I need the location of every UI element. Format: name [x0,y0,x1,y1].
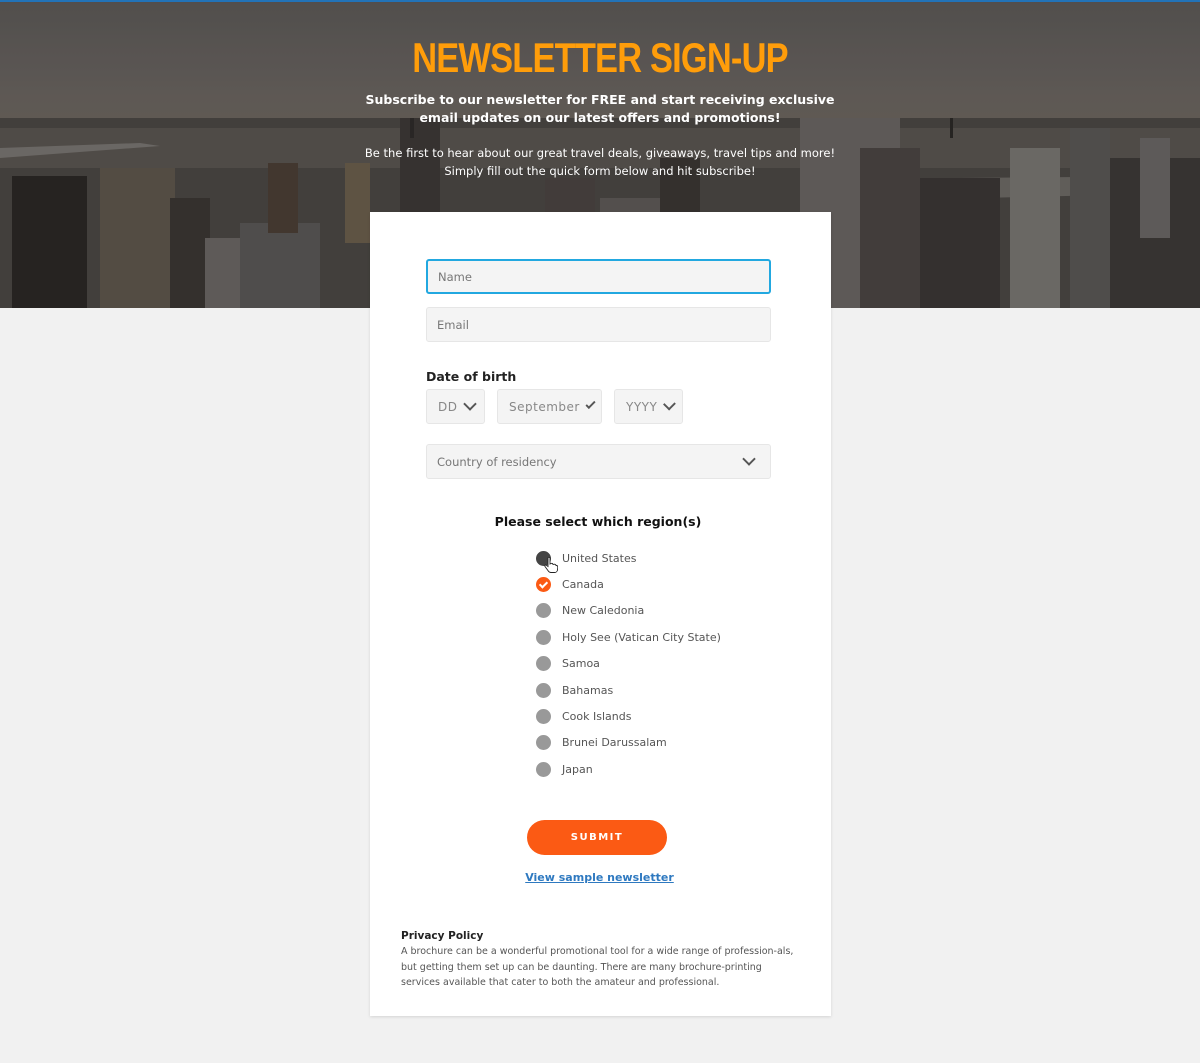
hero-subtitle: Subscribe to our newsletter for FREE and… [0,91,1200,127]
region-label: Samoa [562,657,600,671]
hero-body: Be the first to hear about our great tra… [0,144,1200,180]
hand-cursor-icon [544,557,558,573]
dob-label: Date of birth [426,369,517,384]
chevron-down-icon [463,397,478,411]
submit-button[interactable]: SUBMIT [527,820,667,855]
region-list: United States Canada New Caledonia Holy … [536,545,721,783]
region-label: Japan [562,762,593,776]
name-input[interactable] [438,269,759,284]
region-option[interactable]: Brunei Darussalam [536,730,721,756]
region-option[interactable]: Japan [536,756,721,782]
dob-month-value: September [509,399,580,414]
region-label: Canada [562,578,604,592]
radio-icon[interactable] [536,603,551,619]
dob-year-value: YYYY [626,399,658,414]
radio-icon[interactable] [536,709,551,725]
hero-subtitle-line-2: email updates on our latest offers and p… [419,110,781,125]
page-title: NEWSLETTER SIGN-UP [412,34,788,81]
region-option[interactable]: New Caledonia [536,598,721,624]
privacy-policy-title: Privacy Policy [401,930,484,942]
radio-icon[interactable] [536,656,551,672]
radio-icon[interactable] [536,682,551,698]
signup-form-card: Date of birth DD September YYYY Country … [370,212,831,1016]
chevron-down-icon [742,452,756,466]
privacy-policy: Privacy Policy A brochure can be a wonde… [401,930,801,991]
region-label: Brunei Darussalam [562,736,667,750]
region-label: Cook Islands [562,710,632,724]
hero-body-line-1: Be the first to hear about our great tra… [364,146,836,160]
radio-icon[interactable] [536,735,551,751]
privacy-policy-text: A brochure can be a wonderful promotiona… [401,946,794,988]
region-label: New Caledonia [562,604,645,618]
hero-subtitle-line-1: Subscribe to our newsletter for FREE and… [365,92,835,107]
radio-icon[interactable] [536,629,551,645]
region-label: United States [562,551,637,565]
name-field[interactable] [426,259,771,294]
country-value: Country of residency [437,454,557,469]
dob-day-select[interactable]: DD [426,389,485,424]
dob-year-select[interactable]: YYYY [614,389,683,424]
email-input[interactable] [437,317,760,332]
region-option[interactable]: Cook Islands [536,703,721,729]
view-sample-newsletter-link[interactable]: View sample newsletter [370,871,829,884]
chevron-down-icon [585,398,596,410]
radio-checked-icon[interactable] [536,577,551,593]
region-option[interactable]: Bahamas [536,677,721,703]
hero-body-line-2: Simply fill out the quick form below and… [444,164,756,178]
radio-icon[interactable] [536,761,551,777]
email-field[interactable] [426,307,771,342]
top-accent-bar [0,0,1200,2]
dob-month-select[interactable]: September [497,389,602,424]
region-option[interactable]: Canada [536,571,721,597]
dob-day-value: DD [438,399,458,414]
region-label: Bahamas [562,683,614,697]
regions-title: Please select which region(s) [494,514,702,529]
region-option[interactable]: Samoa [536,651,721,677]
region-option[interactable]: United States [536,545,721,571]
chevron-down-icon [663,397,676,411]
region-label: Holy See (Vatican City State) [562,630,721,644]
country-select[interactable]: Country of residency [426,444,771,479]
region-option[interactable]: Holy See (Vatican City State) [536,624,721,650]
